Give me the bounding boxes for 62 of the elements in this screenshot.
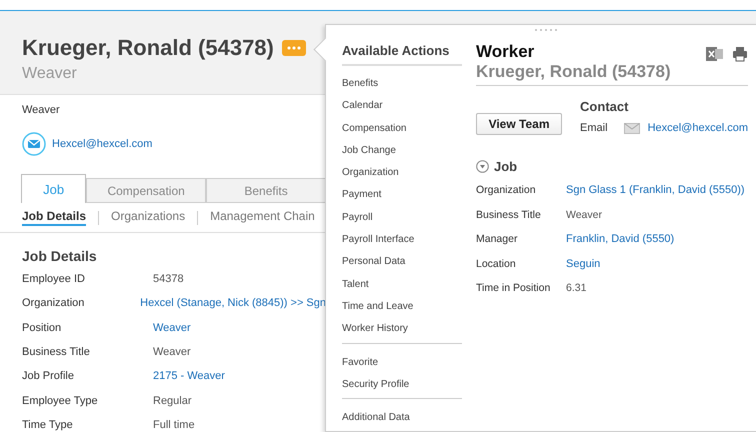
field-value: Full time bbox=[153, 418, 195, 431]
field-label: Organization bbox=[476, 184, 537, 196]
field-link[interactable]: Franklin, David (5550) bbox=[566, 233, 674, 246]
subtab[interactable]: Management Chain bbox=[210, 209, 315, 226]
email-icon[interactable] bbox=[22, 132, 46, 156]
field-label: Position bbox=[22, 322, 62, 334]
worker-title: Weaver bbox=[22, 65, 77, 83]
panel-title: Worker bbox=[476, 42, 536, 62]
field-value: 54378 bbox=[153, 273, 184, 286]
action-item[interactable]: Personal Data bbox=[342, 254, 462, 277]
field-value: Weaver bbox=[153, 346, 191, 358]
worker-name: Krueger, Ronald (54378) bbox=[22, 35, 274, 61]
field-value: 6.31 bbox=[566, 282, 586, 294]
field-label: Business Title bbox=[476, 208, 542, 221]
action-item[interactable]: Organization bbox=[342, 165, 462, 188]
view-team-button[interactable]: View Team bbox=[476, 113, 562, 135]
business-title: Weaver bbox=[22, 104, 61, 116]
email-link[interactable]: Hexcel@hexcel.com bbox=[648, 122, 748, 134]
envelope-icon bbox=[624, 122, 640, 134]
worker-name: Krueger, Ronald (54378) bbox=[476, 62, 671, 82]
action-item[interactable]: Security Profile bbox=[342, 376, 462, 400]
action-item[interactable]: Payroll bbox=[342, 210, 462, 232]
action-item[interactable]: Payment bbox=[342, 187, 462, 210]
print-icon[interactable] bbox=[732, 46, 748, 62]
field-link[interactable]: Hexcel (Stanage, Nick (8845)) >> Sgn bbox=[140, 297, 326, 310]
field-link[interactable]: 2175 - Weaver bbox=[153, 370, 225, 382]
action-item[interactable]: Calendar bbox=[342, 98, 462, 121]
action-item[interactable]: Talent bbox=[342, 276, 462, 299]
field-label: Time in Position bbox=[476, 282, 552, 294]
action-item[interactable]: Payroll Interface bbox=[342, 232, 462, 254]
field-link[interactable]: Sgn Glass 1 (Franklin, David (5550)) bbox=[566, 184, 745, 196]
ellipsis-icon bbox=[286, 46, 302, 50]
field-label: Organization bbox=[22, 297, 86, 310]
action-item[interactable]: Favorite bbox=[342, 354, 462, 377]
action-item[interactable]: Time and Leave bbox=[342, 298, 462, 322]
field-label: Location bbox=[476, 258, 517, 270]
section-heading: Contact bbox=[580, 99, 630, 114]
field-label: Manager bbox=[476, 233, 518, 246]
field-label: Time Type bbox=[22, 418, 74, 431]
section-heading: Job Details bbox=[22, 248, 98, 264]
field-label: Employee ID bbox=[22, 273, 86, 286]
field-label: Business Title bbox=[22, 346, 91, 358]
action-item[interactable]: Additional Data bbox=[342, 410, 462, 432]
email-link[interactable]: Hexcel@hexcel.com bbox=[52, 138, 152, 150]
action-item[interactable]: Benefits bbox=[342, 76, 462, 98]
grip-icon[interactable] bbox=[534, 28, 558, 32]
field-link[interactable]: Weaver bbox=[153, 322, 191, 334]
subtab[interactable]: Job Details bbox=[22, 209, 86, 226]
field-label: Employee Type bbox=[22, 394, 99, 407]
action-item[interactable]: Compensation bbox=[342, 120, 462, 143]
field-value: Weaver bbox=[566, 208, 602, 221]
action-item[interactable]: Job Change bbox=[342, 142, 462, 166]
collapse-icon[interactable] bbox=[476, 160, 489, 173]
field-label: Job Profile bbox=[22, 370, 75, 382]
actions-heading: Available Actions bbox=[342, 43, 462, 66]
field-link[interactable]: Seguin bbox=[566, 258, 600, 270]
excel-icon[interactable] bbox=[706, 46, 724, 62]
action-item[interactable]: Worker History bbox=[342, 321, 462, 344]
subtab[interactable]: Organizations bbox=[111, 209, 186, 226]
field-label: Email bbox=[580, 122, 608, 134]
section-heading: Job bbox=[494, 159, 518, 174]
field-value: Regular bbox=[153, 394, 192, 407]
